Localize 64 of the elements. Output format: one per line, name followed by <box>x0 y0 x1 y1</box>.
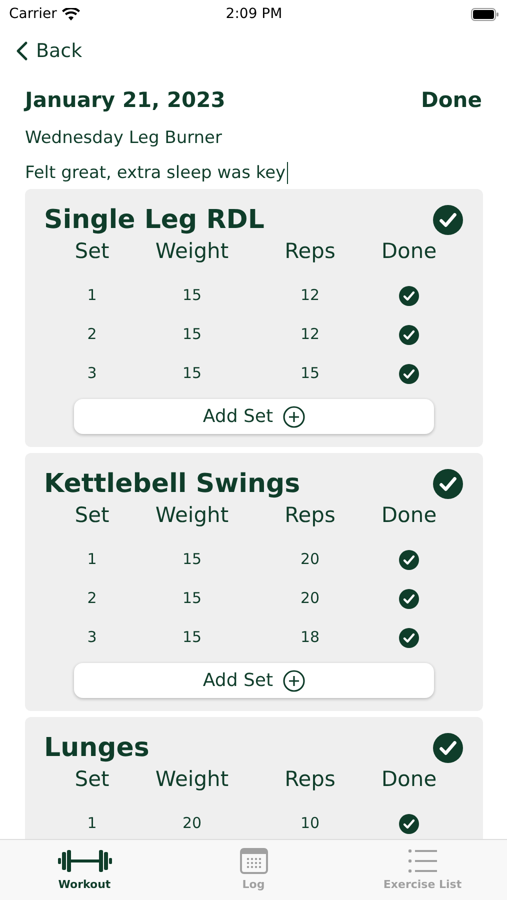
column-header: Weight <box>154 502 230 529</box>
column-header: Reps <box>284 766 336 793</box>
battery-icon <box>470 8 499 20</box>
weight-value[interactable]: 20 <box>139 804 245 843</box>
check-icon[interactable] <box>399 550 419 570</box>
column-header: Weight <box>154 766 230 793</box>
check-icon[interactable] <box>399 286 419 306</box>
set-number: 1 <box>86 285 98 306</box>
reps-value[interactable]: 15 <box>245 354 375 393</box>
check-icon[interactable] <box>433 205 463 235</box>
check-icon[interactable] <box>399 324 419 344</box>
column-header: Reps <box>284 238 336 265</box>
tab[interactable]: Workout <box>0 840 169 900</box>
wifi-icon <box>62 8 80 20</box>
check-icon[interactable] <box>399 628 419 648</box>
clock-time: 2:09 PM <box>226 6 282 22</box>
column-header: Set <box>74 766 110 793</box>
dumbbell-icon <box>58 848 112 874</box>
set-number: 3 <box>86 363 98 384</box>
set-number: 2 <box>86 588 98 609</box>
column-header: Set <box>74 238 110 265</box>
reps-value[interactable]: 10 <box>245 804 375 843</box>
carrier-label: Carrier <box>9 6 57 22</box>
weight-value[interactable]: 15 <box>139 540 245 579</box>
back-button[interactable]: Back <box>16 40 82 62</box>
exercise-name: Kettlebell Swings <box>44 469 300 499</box>
workout-date: January 21, 2023 <box>25 88 226 112</box>
exercise-name: Lunges <box>44 733 150 763</box>
notes-field[interactable]: Felt great, extra sleep was key <box>25 162 482 184</box>
workout-name-field[interactable]: Wednesday Leg Burner <box>25 127 482 149</box>
list-icon <box>408 848 438 874</box>
set-number: 1 <box>86 549 98 570</box>
add-set-button[interactable]: Add Set <box>74 663 434 698</box>
weight-value[interactable]: 15 <box>139 618 245 657</box>
calendar-icon <box>240 848 268 874</box>
set-number: 1 <box>86 813 98 834</box>
column-header: Reps <box>284 502 336 529</box>
reps-value[interactable]: 18 <box>245 618 375 657</box>
check-icon[interactable] <box>433 733 463 763</box>
column-header: Done <box>380 502 438 529</box>
chevron-left-icon <box>16 41 28 61</box>
weight-value[interactable]: 15 <box>139 315 245 354</box>
set-number: 2 <box>86 324 98 345</box>
done-button[interactable]: Done <box>420 88 482 112</box>
check-icon[interactable] <box>399 814 419 834</box>
weight-value[interactable]: 15 <box>139 276 245 315</box>
column-header: Weight <box>154 238 230 265</box>
column-header: Done <box>380 238 438 265</box>
weight-value[interactable]: 15 <box>139 579 245 618</box>
weight-value[interactable]: 15 <box>139 354 245 393</box>
reps-value[interactable]: 20 <box>245 540 375 579</box>
set-number: 3 <box>86 627 98 648</box>
add-set-button[interactable]: Add Set <box>74 399 434 434</box>
exercise-name: Single Leg RDL <box>44 205 264 235</box>
reps-value[interactable]: 12 <box>245 315 375 354</box>
reps-value[interactable]: 20 <box>245 579 375 618</box>
plus-circle-icon <box>283 406 306 428</box>
plus-circle-icon <box>283 670 306 692</box>
column-header: Done <box>380 766 438 793</box>
column-header: Set <box>74 502 110 529</box>
reps-value[interactable]: 12 <box>245 276 375 315</box>
check-icon[interactable] <box>399 588 419 608</box>
check-icon[interactable] <box>433 469 463 499</box>
check-icon[interactable] <box>399 364 419 384</box>
